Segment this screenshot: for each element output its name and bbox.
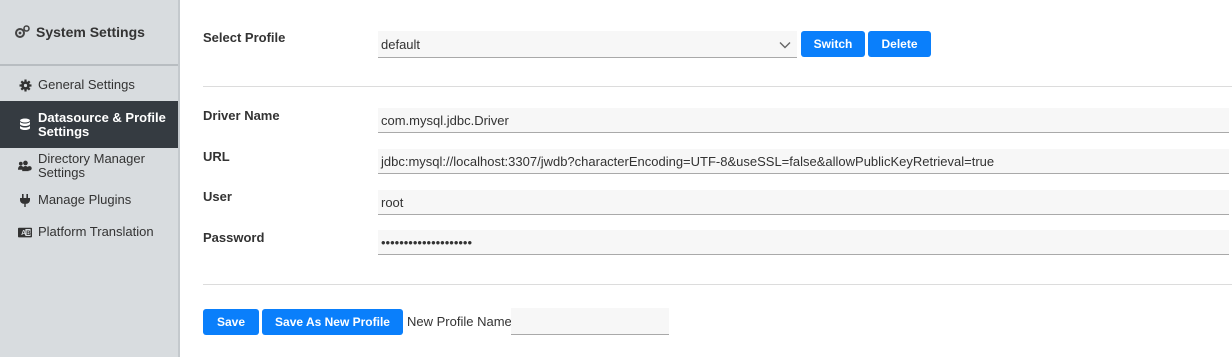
sidebar-item-label: Platform Translation [38,224,154,240]
app-window: System Settings General Settings Datasou… [0,0,1232,357]
password-input[interactable]: •••••••••••••••••••• [378,230,1229,255]
user-label: User [203,189,232,204]
url-label: URL [203,149,230,164]
sidebar-nav: General Settings Datasource & Profile Se… [0,69,178,248]
divider [203,86,1232,87]
save-button[interactable]: Save [203,309,259,335]
sidebar-item-datasource-profile-settings[interactable]: Datasource & Profile Settings [0,101,178,148]
chevron-down-icon [779,31,791,58]
database-icon [18,118,32,131]
profile-select-value: default [381,37,421,52]
sidebar-title: System Settings [36,24,145,40]
svg-text:B: B [26,230,31,237]
delete-button[interactable]: Delete [868,31,931,57]
sidebar-header: System Settings [0,0,178,66]
user-input[interactable]: root [378,190,1229,215]
sidebar-item-directory-manager-settings[interactable]: Directory Manager Settings [0,148,178,184]
password-label: Password [203,230,265,245]
driver-name-label: Driver Name [203,108,280,123]
save-as-new-profile-button[interactable]: Save As New Profile [262,309,403,335]
sidebar-item-general-settings[interactable]: General Settings [0,69,178,101]
sidebar-item-label: Directory Manager Settings [38,151,145,180]
profile-select[interactable]: default [378,31,797,58]
url-input[interactable]: jdbc:mysql://localhost:3307/jwdb?charact… [378,149,1229,174]
new-profile-name-input[interactable] [511,308,669,335]
sidebar-item-platform-translation[interactable]: A B Platform Translation [0,216,178,248]
translate-icon: A B [18,227,32,238]
plug-icon [18,193,32,207]
switch-button[interactable]: Switch [801,31,865,57]
sidebar: System Settings General Settings Datasou… [0,0,180,357]
gears-icon [14,25,30,39]
divider [203,284,1232,285]
gear-icon [18,79,32,92]
main-content: Select Profile default Switch Delete Dri… [182,0,1232,357]
select-profile-label: Select Profile [203,30,286,45]
driver-name-input[interactable]: com.mysql.jdbc.Driver [378,108,1229,133]
sidebar-item-label: General Settings [38,77,135,93]
users-icon [18,160,32,172]
sidebar-item-manage-plugins[interactable]: Manage Plugins [0,184,178,216]
sidebar-item-label: Manage Plugins [38,192,132,208]
new-profile-name-label: New Profile Name [407,314,512,329]
sidebar-item-label: Datasource & Profile Settings [38,109,166,139]
